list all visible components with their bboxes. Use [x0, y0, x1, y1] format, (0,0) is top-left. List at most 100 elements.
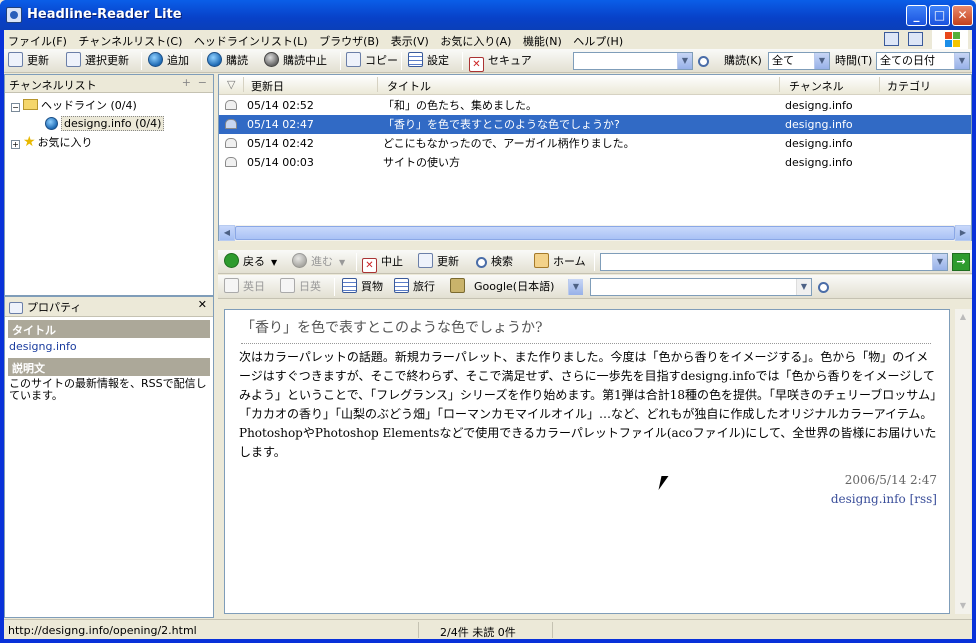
column-category[interactable]: カテゴリ: [887, 78, 931, 94]
chevron-down-icon[interactable]: ▼: [814, 53, 829, 69]
go-arrow-icon[interactable]: →: [952, 253, 970, 271]
browser-toolbar: 戻る ▼ 進む ▼ ✕ 中止 更新 検索 ホーム ▼ →: [218, 250, 972, 274]
refresh-button[interactable]: 更新: [418, 253, 459, 271]
headline-row[interactable]: 05/14 00:03 サイトの使い方 designg.info: [219, 153, 971, 172]
separator: [594, 253, 595, 271]
menu-headline-list[interactable]: ヘッドラインリスト(L): [190, 30, 312, 49]
menu-file[interactable]: ファイル(F): [4, 30, 71, 49]
scroll-thumb[interactable]: [235, 226, 955, 240]
chevron-down-icon[interactable]: ▼: [339, 258, 345, 267]
expand-icon[interactable]: +: [11, 140, 20, 149]
menu-favorites[interactable]: お気に入り(A): [436, 30, 515, 49]
copy-button[interactable]: コピー: [346, 52, 398, 70]
properties-title-value: designg.info: [9, 340, 77, 353]
update-button[interactable]: 更新: [8, 52, 49, 70]
chevron-down-icon[interactable]: ▼: [271, 258, 277, 267]
window-title: Headline-Reader Lite: [27, 7, 182, 22]
chevron-down-icon[interactable]: ▼: [796, 279, 811, 295]
copy-icon: [346, 52, 361, 67]
web-search-button[interactable]: [818, 278, 833, 296]
properties-header: プロパティ ✕: [5, 297, 213, 317]
add-channel-icon[interactable]: +: [182, 76, 191, 89]
properties-desc-label: 説明文: [8, 358, 210, 376]
chevron-down-icon[interactable]: ▼: [954, 53, 969, 69]
remove-channel-icon[interactable]: −: [198, 76, 207, 89]
unsubscribe-button[interactable]: 購読中止: [264, 52, 327, 70]
time-select[interactable]: 全ての日付 ▼: [876, 52, 970, 70]
headline-row[interactable]: 05/14 02:52 「和」の色たち、集めました。 designg.info: [219, 96, 971, 115]
web-search-input[interactable]: ▼: [590, 278, 812, 296]
scroll-right-icon[interactable]: ▶: [955, 225, 971, 241]
tree-item-headlines[interactable]: − ヘッドライン (0/4): [11, 97, 164, 115]
checkbox-icon: [224, 278, 239, 293]
address-bar[interactable]: ▼: [600, 253, 948, 271]
headline-row-selected[interactable]: 05/14 02:47 「香り」を色で表すとこのような色でしょうか? designg…: [219, 115, 971, 134]
column-date[interactable]: 更新日: [251, 78, 284, 94]
travel-button[interactable]: 旅行: [394, 278, 435, 296]
search-combo[interactable]: ▼: [573, 52, 693, 70]
refresh-icon: [8, 52, 23, 67]
chevron-down-icon[interactable]: ▼: [568, 279, 583, 295]
headline-hscrollbar[interactable]: ◀ ▶: [219, 225, 971, 241]
windows-logo-icon: [932, 30, 968, 49]
article-source-link[interactable]: designg.info [rss]: [831, 492, 937, 506]
search-button[interactable]: 検索: [476, 253, 513, 271]
app-window: Headline-Reader Lite _ □ ✕ ファイル(F) チャンネル…: [0, 0, 976, 643]
grey-globe-icon: [264, 52, 279, 67]
tree-item-site[interactable]: designg.info (0/4): [11, 115, 165, 133]
search-button[interactable]: [698, 52, 713, 70]
secure-button[interactable]: ✕ セキュア: [469, 52, 532, 72]
article-vscrollbar[interactable]: ▲ ▼: [955, 309, 971, 614]
eiji-button[interactable]: 英日: [224, 278, 265, 296]
menu-help[interactable]: ヘルプ(H): [569, 30, 627, 49]
title-bar[interactable]: Headline-Reader Lite _ □ ✕: [0, 0, 976, 30]
subscribe-button[interactable]: 購読: [207, 52, 248, 70]
back-label: 戻る: [243, 255, 265, 268]
read-mail-icon: [225, 119, 237, 129]
nichiei-button[interactable]: 日英: [280, 278, 321, 296]
stop-label: 中止: [381, 255, 403, 268]
add-button[interactable]: 追加: [148, 52, 189, 70]
tree-item-favorites[interactable]: + ★ お気に入り: [11, 133, 164, 151]
chevron-down-icon[interactable]: ▼: [677, 53, 692, 69]
layout-split-icon[interactable]: [908, 32, 923, 46]
search-engine-select[interactable]: Google(日本語) ▼: [470, 278, 584, 296]
menu-view[interactable]: 表示(V): [387, 30, 433, 49]
article-title: 「香り」を色で表すとこのような色でしょうか?: [241, 317, 931, 344]
menu-browser[interactable]: ブラウザ(B): [315, 30, 383, 49]
scroll-up-icon[interactable]: ▲: [955, 309, 971, 325]
row-channel: designg.info: [785, 99, 853, 112]
close-icon[interactable]: ✕: [198, 298, 207, 311]
chevron-down-icon[interactable]: ▼: [932, 254, 947, 270]
stop-button[interactable]: ✕ 中止: [362, 253, 403, 273]
settings-button[interactable]: 設定: [408, 52, 449, 70]
channel-list-title: チャンネルリスト: [9, 79, 97, 92]
scroll-left-icon[interactable]: ◀: [219, 225, 235, 241]
column-title[interactable]: タイトル: [387, 78, 431, 94]
update-selected-button[interactable]: 選択更新: [66, 52, 129, 70]
tree-label-favorites: お気に入り: [37, 136, 93, 149]
back-button[interactable]: 戻る ▼: [224, 253, 277, 271]
article-view: 「香り」を色で表すとこのような色でしょうか? 次はカラーパレットの話題。新規カラ…: [224, 309, 950, 614]
filter-select[interactable]: 全て ▼: [768, 52, 830, 70]
shopping-button[interactable]: 買物: [342, 278, 383, 296]
home-button[interactable]: ホーム: [534, 253, 586, 271]
properties-title: プロパティ: [27, 301, 82, 314]
row-title: 「香り」を色で表すとこのような色でしょうか?: [383, 118, 620, 131]
search-engine-value: Google(日本語): [474, 280, 555, 293]
forward-button[interactable]: 進む ▼: [292, 253, 345, 271]
menu-functions[interactable]: 機能(N): [519, 30, 566, 49]
travel-label: 旅行: [413, 280, 435, 293]
close-button[interactable]: ✕: [952, 5, 973, 26]
column-channel[interactable]: チャンネル: [789, 78, 844, 94]
maximize-button[interactable]: □: [929, 5, 950, 26]
app-icon: [6, 7, 22, 23]
collapse-icon[interactable]: −: [11, 103, 20, 112]
scroll-down-icon[interactable]: ▼: [955, 598, 971, 614]
layout-icon[interactable]: [884, 32, 899, 46]
minimize-button[interactable]: _: [906, 5, 927, 26]
headline-row[interactable]: 05/14 02:42 どこにもなかったので、アーガイル柄作りました。 design…: [219, 134, 971, 153]
menu-channel-list[interactable]: チャンネルリスト(C): [74, 30, 186, 49]
sort-icon[interactable]: ▽: [227, 78, 235, 91]
globe-icon: [207, 52, 222, 67]
